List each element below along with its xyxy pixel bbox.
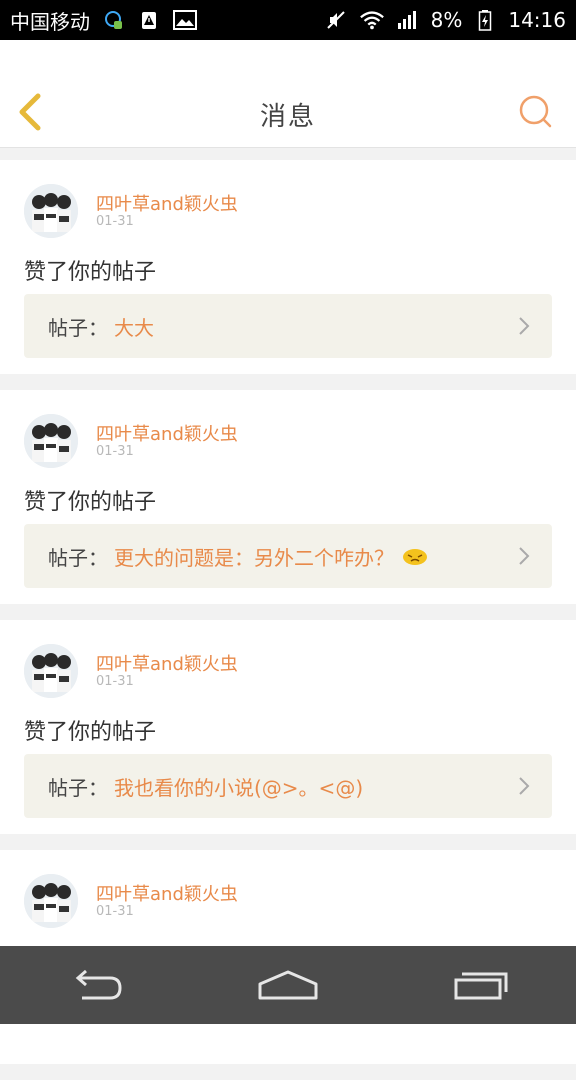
carrier-label: 中国移动 xyxy=(10,9,90,34)
timestamp: 01-31 xyxy=(96,904,134,919)
warning-icon xyxy=(136,9,162,31)
page-title: 消息 xyxy=(259,102,316,132)
username[interactable]: 四叶草and颖火虫 xyxy=(96,880,238,906)
notification-text: 赞了你的帖子 xyxy=(24,490,157,515)
status-bar: 中国移动 8% 14:16 xyxy=(0,0,576,40)
post-title: 大大 xyxy=(114,315,154,340)
post-link[interactable]: 帖子： 大大 xyxy=(24,294,552,358)
avatar[interactable] xyxy=(24,184,78,238)
nav-back-button[interactable] xyxy=(64,965,128,1005)
post-prefix: 帖子： xyxy=(48,775,108,800)
username[interactable]: 四叶草and颖火虫 xyxy=(96,650,238,676)
post-link[interactable]: 帖子： 更大的问题是：另外二个咋办？ xyxy=(24,524,552,588)
avatar[interactable] xyxy=(24,414,78,468)
recents-icon xyxy=(454,972,508,1000)
home-icon xyxy=(258,970,318,1000)
app-header: 消息 xyxy=(0,40,576,148)
avatar[interactable] xyxy=(24,644,78,698)
post-prefix: 帖子： xyxy=(48,315,108,340)
notification-list: 四叶草and颖火虫 01-31 赞了你的帖子 帖子： 大大 四叶草and颖火虫 … xyxy=(0,160,576,1080)
timestamp: 01-31 xyxy=(96,214,134,229)
chevron-right-icon xyxy=(519,317,530,335)
username[interactable]: 四叶草and颖火虫 xyxy=(96,420,238,446)
search-button[interactable] xyxy=(518,94,554,130)
qq-notification-icon xyxy=(100,9,126,31)
battery-percent: 8% xyxy=(430,8,463,32)
notification-item[interactable]: 四叶草and颖火虫 01-31 赞了你的帖子 帖子： 大大 xyxy=(0,160,576,374)
back-icon xyxy=(75,969,122,1000)
username[interactable]: 四叶草and颖火虫 xyxy=(96,190,238,216)
wifi-icon xyxy=(359,9,385,31)
system-nav-bar xyxy=(0,946,576,1024)
image-icon xyxy=(172,9,198,31)
signal-icon xyxy=(395,9,421,31)
notification-item[interactable]: 四叶草and颖火虫 01-31 赞了你的帖子 帖子： 我也看你的小说(@>。<@… xyxy=(0,620,576,834)
post-link[interactable]: 帖子： 我也看你的小说(@>。<@) xyxy=(24,754,552,818)
notification-item[interactable]: 四叶草and颖火虫 01-31 赞了你的帖子 帖子： 更大的问题是：另外二个咋办… xyxy=(0,390,576,604)
emoji-icon xyxy=(403,549,427,565)
avatar[interactable] xyxy=(24,874,78,928)
chevron-right-icon xyxy=(519,547,530,565)
notification-text: 赞了你的帖子 xyxy=(24,260,157,285)
search-icon xyxy=(519,95,552,128)
nav-home-button[interactable] xyxy=(256,965,320,1005)
clock: 14:16 xyxy=(508,8,566,32)
post-title: 我也看你的小说(@>。<@) xyxy=(114,775,364,800)
timestamp: 01-31 xyxy=(96,444,134,459)
mute-icon xyxy=(323,9,349,31)
nav-recents-button[interactable] xyxy=(448,965,512,1005)
post-title: 更大的问题是：另外二个咋办？ xyxy=(114,545,394,570)
chevron-right-icon xyxy=(519,777,530,795)
post-prefix: 帖子： xyxy=(48,545,108,570)
notification-text: 赞了你的帖子 xyxy=(24,720,157,745)
timestamp: 01-31 xyxy=(96,674,134,689)
battery-charging-icon xyxy=(472,9,498,31)
